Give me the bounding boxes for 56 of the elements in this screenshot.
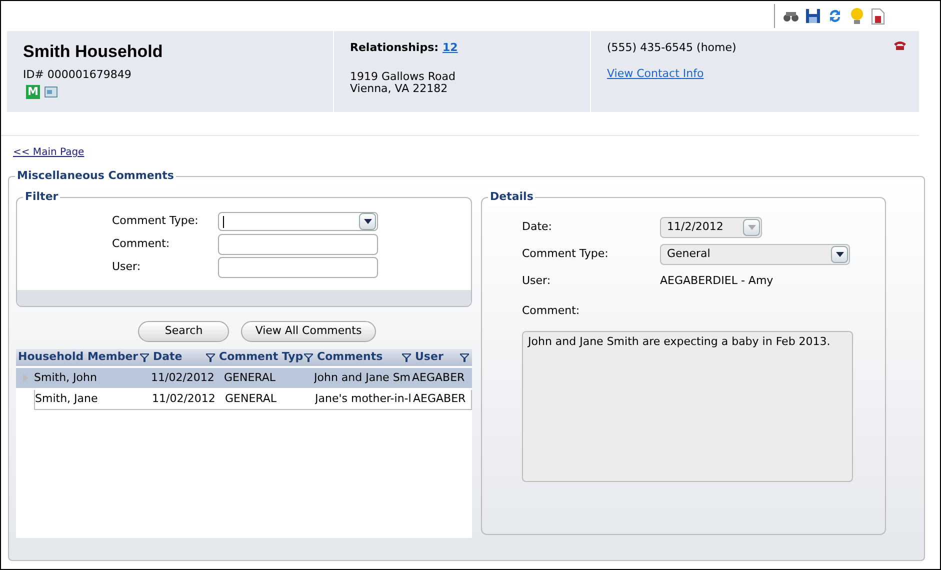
relationships-label: Relationships: [350, 40, 439, 56]
filter-icon[interactable] [460, 353, 469, 362]
dropdown-button[interactable] [831, 246, 848, 263]
filter-icon[interactable] [304, 353, 313, 362]
table-cell-text: AEGABER [413, 391, 467, 408]
field-label: Comment Type: [112, 213, 200, 230]
table-cell-text: Smith, John [34, 370, 98, 386]
field-label: Comment: [522, 302, 581, 318]
caret-icon [748, 225, 756, 230]
column-header[interactable]: Comment Typ [219, 349, 304, 366]
dropdown-button[interactable] [359, 213, 376, 230]
filter-icon[interactable] [402, 353, 411, 362]
refresh-icon[interactable] [827, 8, 843, 24]
field-label: Date: [522, 219, 553, 236]
filter-icon[interactable] [140, 353, 149, 362]
date-field[interactable]: 11/2/2012 [660, 217, 762, 238]
save-icon[interactable] [805, 8, 821, 24]
lightbulb-icon[interactable] [849, 7, 865, 25]
column-header[interactable]: User [415, 349, 444, 366]
text-field[interactable] [218, 257, 378, 278]
filter-icon[interactable] [206, 353, 215, 362]
field-label: Comment: [112, 236, 171, 252]
action-button[interactable]: View All Comments [241, 321, 376, 342]
table-cell-text: 11/02/2012 [152, 391, 216, 408]
caret-icon [364, 219, 372, 224]
comment-textarea[interactable]: John and Jane Smith are expecting a baby in Feb 2013. [522, 331, 853, 482]
main-page-link[interactable]: << Main Page [13, 145, 84, 160]
column-header[interactable]: Household Member [18, 349, 138, 366]
address-line: Vienna, VA 22182 [350, 82, 449, 94]
phone-number: (555) 435-6545 (home) [607, 40, 736, 56]
field-label: Comment Type: [522, 246, 610, 262]
table-cell-text: GENERAL [225, 391, 278, 408]
contact-info-link[interactable]: View Contact Info [607, 66, 704, 82]
row-indicator-icon [22, 374, 28, 382]
field-label: User: [522, 273, 552, 289]
binoculars-icon[interactable] [783, 10, 799, 22]
relationships-link[interactable]: 12 [442, 40, 458, 56]
comment-type-dropdown[interactable]: General [660, 244, 850, 265]
caret-icon [836, 252, 844, 257]
table-cell-text: Smith, Jane [35, 391, 99, 408]
card-icon[interactable] [44, 85, 58, 99]
household-title: Smith Household [23, 41, 164, 63]
field-label: User: [112, 259, 142, 276]
user-value: AEGABERDIEL - Amy [660, 273, 774, 289]
action-button[interactable]: Search [138, 321, 230, 342]
address-line: 1919 Gallows Road [350, 70, 456, 82]
table-cell-text: 11/02/2012 [151, 370, 216, 386]
membership-badge: M [26, 85, 40, 99]
column-header[interactable]: Comments [317, 349, 383, 366]
telephone-icon[interactable] [893, 40, 907, 51]
table-cell-text: GENERAL [224, 370, 277, 386]
document-icon[interactable] [871, 8, 885, 24]
household-id: ID# 000001679849 [23, 66, 132, 82]
column-header[interactable]: Date [153, 349, 182, 366]
text-field[interactable] [218, 234, 378, 255]
table-cell-text: AEGABER [412, 370, 466, 386]
